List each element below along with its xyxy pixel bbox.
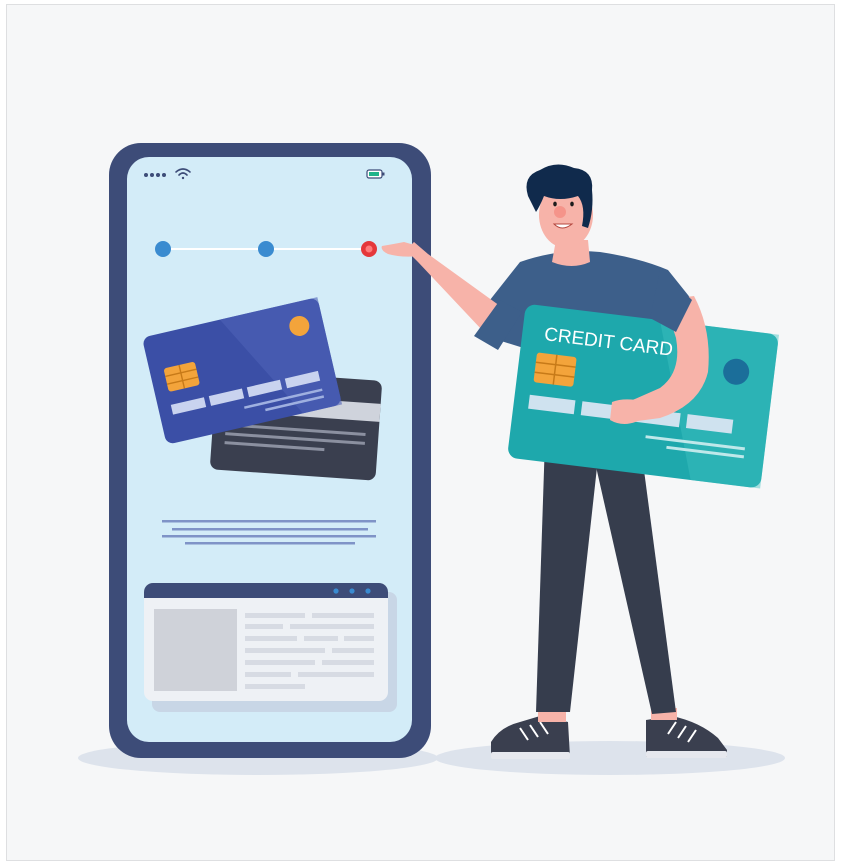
step-1-dot bbox=[155, 241, 171, 257]
person-shadow bbox=[435, 741, 785, 775]
person: CREDIT CARD bbox=[381, 164, 780, 759]
step-2-dot bbox=[258, 241, 274, 257]
teal-card-chip-icon bbox=[533, 352, 577, 387]
phone bbox=[109, 143, 431, 758]
right-shoe bbox=[646, 716, 727, 758]
battery-icon bbox=[366, 169, 385, 179]
head bbox=[526, 164, 593, 248]
left-shoe bbox=[491, 716, 570, 759]
illustration: CREDIT CARD bbox=[78, 143, 785, 775]
pants bbox=[536, 440, 676, 714]
image-placeholder bbox=[154, 609, 237, 691]
browser-window bbox=[144, 583, 397, 712]
